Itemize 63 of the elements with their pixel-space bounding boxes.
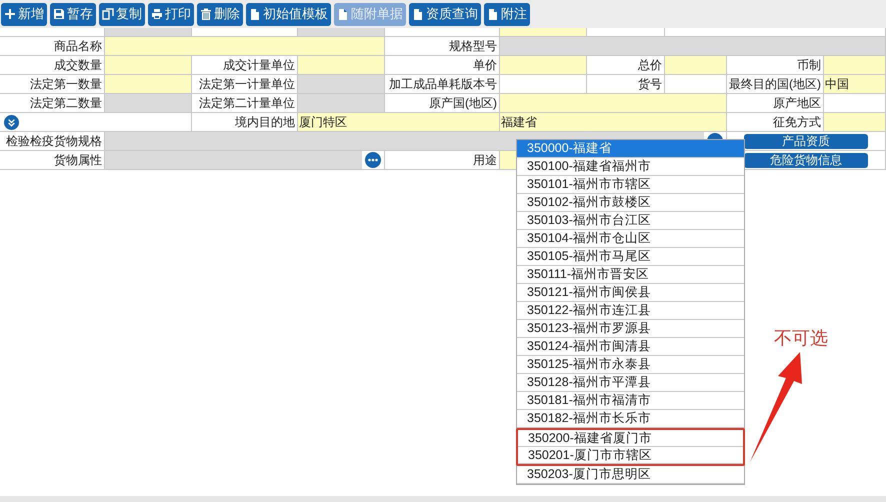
- dropdown-option[interactable]: 350123-福州市罗源县: [517, 320, 744, 338]
- input-field[interactable]: [824, 113, 886, 131]
- toolbar-button[interactable]: 打印: [148, 2, 194, 26]
- toolbar-button[interactable]: 删除: [197, 2, 243, 26]
- input-field[interactable]: [105, 37, 385, 55]
- trash-icon: [200, 8, 212, 20]
- document-icon: [249, 8, 261, 20]
- dropdown-option[interactable]: 350102-福州市鼓楼区: [517, 194, 744, 212]
- document-icon: [337, 8, 349, 20]
- input-field[interactable]: [500, 28, 587, 36]
- input-field[interactable]: [500, 37, 886, 55]
- input-field[interactable]: [105, 94, 192, 112]
- input-field[interactable]: [105, 75, 192, 93]
- dropdown-option[interactable]: 350103-福州市台江区: [517, 212, 744, 230]
- input-field[interactable]: [500, 94, 727, 112]
- toolbar-button[interactable]: 初始值模板: [246, 2, 331, 26]
- toolbar-button[interactable]: 新增: [1, 2, 47, 26]
- dropdown-option[interactable]: 350124-福州市闽清县: [517, 338, 744, 356]
- input-field[interactable]: [500, 56, 587, 74]
- dropdown-option[interactable]: 350181-福州市福清市: [517, 392, 744, 410]
- more-icon[interactable]: [365, 152, 381, 168]
- input-field[interactable]: [665, 56, 727, 74]
- input-field[interactable]: 中国: [824, 75, 886, 93]
- dropdown-option[interactable]: 350121-福州市闽侯县: [517, 284, 744, 302]
- toolbar-button[interactable]: 暂存: [50, 2, 96, 26]
- dropdown-option[interactable]: 350000-福建省: [517, 140, 744, 158]
- field-label: 最终目的国(地区): [727, 75, 824, 93]
- dropdown-option[interactable]: 350105-福州市马尾区: [517, 248, 744, 266]
- document-icon: [487, 8, 499, 20]
- dropdown-option[interactable]: 350100-福建省福州市: [517, 158, 744, 176]
- arrow-icon: [750, 352, 802, 462]
- input-field[interactable]: [298, 94, 385, 112]
- document-icon: [412, 8, 424, 20]
- input-field[interactable]: [105, 56, 192, 74]
- input-field[interactable]: [298, 56, 385, 74]
- print-icon: [151, 8, 163, 20]
- dropdown-option[interactable]: 350200-福建省厦门市: [518, 430, 743, 447]
- action-button[interactable]: 危险货物信息: [744, 152, 868, 168]
- dropdown-option[interactable]: 350104-福州市仓山区: [517, 230, 744, 248]
- toolbar-button[interactable]: 复制: [99, 2, 145, 26]
- action-button[interactable]: 产品资质: [744, 134, 868, 148]
- input-field[interactable]: [298, 28, 385, 36]
- save-icon: [53, 8, 65, 20]
- expand-icon[interactable]: [4, 114, 19, 130]
- dropdown-option[interactable]: 350111-福州市晋安区: [517, 266, 744, 284]
- dropdown-option[interactable]: 350101-福州市市辖区: [517, 176, 744, 194]
- dropdown-option[interactable]: 350125-福州市永泰县: [517, 356, 744, 374]
- input-field[interactable]: [105, 151, 362, 169]
- dropdown-option[interactable]: 350122-福州市连江县: [517, 302, 744, 320]
- toolbar-button[interactable]: 资质查询: [409, 2, 481, 26]
- input-field[interactable]: 福建省: [500, 113, 727, 131]
- input-field[interactable]: [105, 28, 192, 36]
- plus-icon: [4, 8, 16, 20]
- input-field[interactable]: 厦门特区: [298, 113, 500, 131]
- dropdown-option[interactable]: 350201-厦门市市辖区: [518, 447, 743, 464]
- toolbar-button[interactable]: 附注: [484, 2, 530, 26]
- dropdown-option[interactable]: 350182-福州市长乐市: [517, 410, 744, 428]
- annotation-text: 不可选: [774, 327, 828, 350]
- copy-icon: [102, 8, 114, 20]
- dropdown-option[interactable]: 350203-厦门市思明区: [517, 466, 744, 484]
- dropdown-option[interactable]: 350128-福州市平潭县: [517, 374, 744, 392]
- input-field[interactable]: [298, 75, 385, 93]
- input-field[interactable]: [824, 56, 886, 74]
